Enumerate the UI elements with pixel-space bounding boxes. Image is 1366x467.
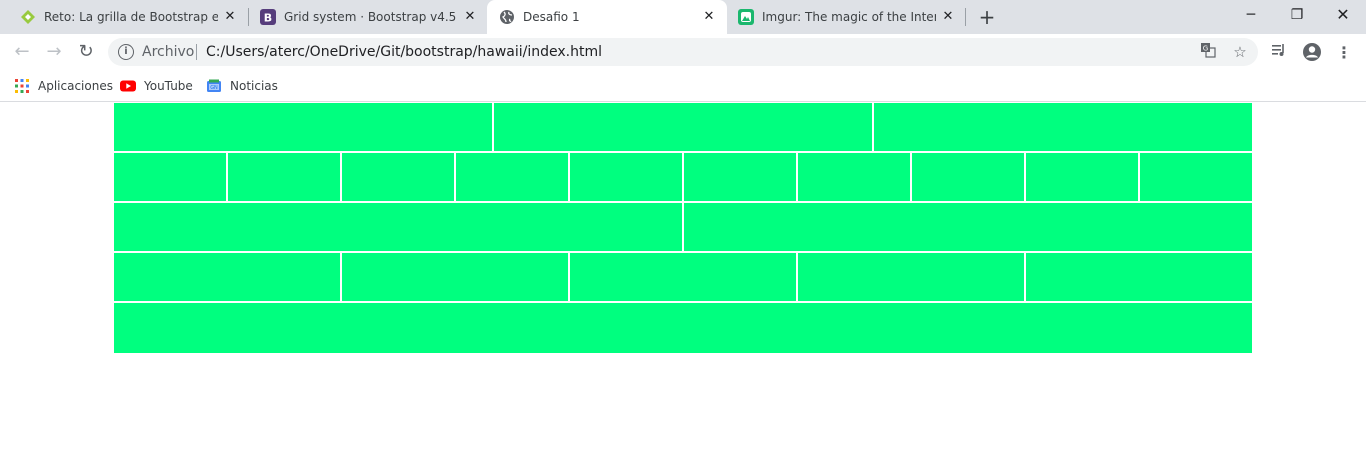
- imgur-icon: [738, 9, 754, 25]
- tab-separator: [965, 8, 966, 26]
- grid-column: [874, 103, 1252, 153]
- translate-icon[interactable]: G: [1198, 42, 1218, 62]
- tab-desafio[interactable]: Desafio 1 ✕: [487, 0, 727, 34]
- grid-column: [342, 253, 570, 303]
- new-tab-icon[interactable]: +: [975, 5, 999, 29]
- bootstrap-icon: B: [260, 9, 276, 25]
- grid-column: [684, 203, 1252, 253]
- grid-column: [494, 103, 874, 153]
- grid-column: [114, 203, 684, 253]
- close-tab-icon[interactable]: ✕: [938, 7, 958, 27]
- tab-title: Desafio 1: [523, 10, 580, 24]
- svg-text:G: G: [1203, 45, 1208, 53]
- apps-grid-icon: [15, 79, 29, 93]
- minimize-icon[interactable]: ─: [1228, 0, 1274, 30]
- grid-row: [114, 203, 1252, 253]
- tab-reto[interactable]: Reto: La grilla de Bootstrap en Cu ✕: [8, 0, 248, 34]
- back-icon[interactable]: ←: [8, 38, 36, 66]
- platzi-icon: [21, 10, 35, 24]
- bookmark-label: YouTube: [144, 79, 193, 93]
- svg-text:B: B: [264, 12, 272, 25]
- bookmark-label: Aplicaciones: [38, 79, 113, 93]
- close-window-icon[interactable]: ✕: [1320, 0, 1366, 30]
- url-text[interactable]: C:/Users/aterc/OneDrive/Git/bootstrap/ha…: [206, 44, 602, 60]
- grid-column: [114, 103, 494, 153]
- grid-column: [798, 253, 1026, 303]
- svg-text:GN: GN: [210, 85, 218, 91]
- close-tab-icon[interactable]: ✕: [460, 7, 480, 27]
- news-icon: GN: [207, 79, 221, 92]
- browser-toolbar: ← → ↻ i Archivo C:/Users/aterc/OneDrive/…: [0, 34, 1366, 70]
- globe-icon: [500, 10, 514, 24]
- grid-column: [1026, 153, 1140, 203]
- menu-kebab-icon[interactable]: ⋮: [1333, 42, 1355, 64]
- media-queue-icon[interactable]: [1268, 42, 1290, 64]
- youtube-icon: [120, 80, 136, 92]
- info-icon[interactable]: i: [118, 44, 134, 60]
- grid-column: [1026, 253, 1252, 303]
- close-tab-icon[interactable]: ✕: [220, 7, 240, 27]
- grid-column: [114, 153, 228, 203]
- grid-row: [114, 153, 1252, 203]
- tab-bootstrap-grid[interactable]: B Grid system · Bootstrap v4.5 ✕: [248, 0, 488, 34]
- profile-avatar-icon[interactable]: [1301, 42, 1323, 64]
- scheme-label: Archivo: [142, 44, 195, 60]
- tab-title: Imgur: The magic of the Internet: [762, 10, 936, 24]
- forward-icon[interactable]: →: [40, 38, 68, 66]
- tab-title: Grid system · Bootstrap v4.5: [284, 10, 457, 24]
- bootstrap-grid: [114, 103, 1252, 353]
- reload-icon[interactable]: ↻: [72, 38, 100, 66]
- close-tab-icon[interactable]: ✕: [699, 7, 719, 27]
- grid-column: [228, 153, 342, 203]
- tab-imgur[interactable]: Imgur: The magic of the Internet ✕: [726, 0, 966, 34]
- grid-column: [342, 153, 456, 203]
- grid-column: [798, 153, 912, 203]
- grid-column: [912, 153, 1026, 203]
- grid-column: [456, 153, 570, 203]
- grid-column: [114, 303, 1252, 353]
- grid-column: [570, 253, 798, 303]
- address-bar[interactable]: i Archivo C:/Users/aterc/OneDrive/Git/bo…: [108, 38, 1258, 66]
- grid-row: [114, 303, 1252, 353]
- grid-row: [114, 253, 1252, 303]
- page-content: [0, 103, 1366, 467]
- grid-row: [114, 103, 1252, 153]
- bookmark-youtube[interactable]: YouTube: [120, 76, 193, 96]
- tab-strip: Reto: La grilla de Bootstrap en Cu ✕ B G…: [0, 0, 1366, 34]
- bookmark-star-icon[interactable]: ☆: [1230, 42, 1250, 62]
- bookmarks-bar: Aplicaciones YouTube GN Noticias: [0, 70, 1366, 102]
- bookmark-noticias[interactable]: GN Noticias: [206, 76, 278, 96]
- grid-column: [114, 253, 342, 303]
- bookmark-aplicaciones[interactable]: Aplicaciones: [14, 76, 113, 96]
- bookmark-label: Noticias: [230, 79, 278, 93]
- restore-icon[interactable]: ❐: [1274, 0, 1320, 30]
- omnibox-divider: [196, 44, 197, 60]
- grid-column: [1140, 153, 1252, 203]
- tab-title: Reto: La grilla de Bootstrap en Cu: [44, 10, 218, 24]
- grid-column: [684, 153, 798, 203]
- grid-column: [570, 153, 684, 203]
